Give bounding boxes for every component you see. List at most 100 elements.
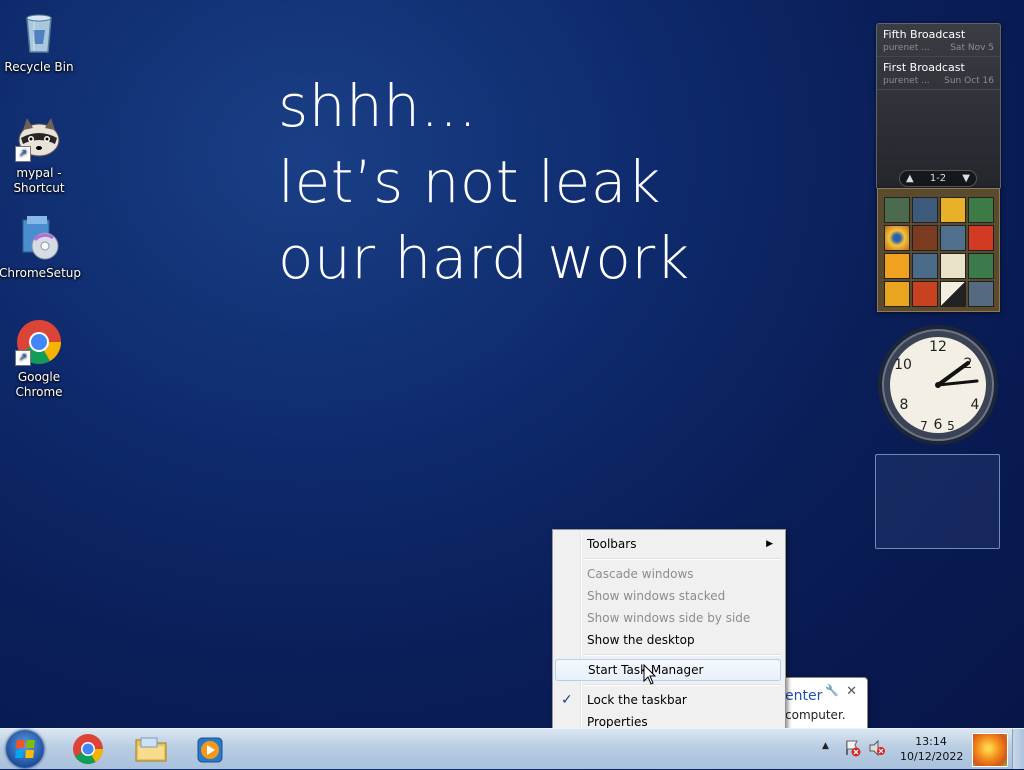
feed-item[interactable]: First Broadcast purenet ... Sun Oct 16 [877,57,1000,90]
puzzle-tile[interactable] [940,253,966,279]
taskbar-explorer-button[interactable] [125,732,177,766]
tray-clock[interactable]: 13:14 10/12/2022 [900,734,964,764]
puzzle-tile[interactable] [940,225,966,251]
close-icon[interactable]: ✕ [846,684,857,699]
puzzle-tile[interactable] [968,281,994,307]
menu-item-show-windows-side-by-side[interactable]: Show windows side by side [555,607,781,629]
menu-item-label: Toolbars [587,537,637,551]
svg-text:5: 5 [947,419,955,433]
shortcut-arrow-icon: ↗ [15,350,31,366]
windows-logo-icon [15,740,35,758]
taskbar-context-menu: Toolbars ▶ Cascade windows Show windows … [552,529,786,736]
desktop-icon-chromesetup[interactable]: ChromeSetup [0,214,81,281]
desktop-icon-label: Google Chrome [15,370,63,399]
desktop-icon-label: mypal - Shortcut [13,166,65,195]
menu-item-label: Lock the taskbar [587,693,687,707]
puzzle-tile[interactable] [968,253,994,279]
feed-headlines-gadget[interactable]: Fifth Broadcast purenet ... Sat Nov 5 Fi… [876,23,1001,190]
menu-item-label: Properties [587,715,648,729]
chrome-icon: ↗ [15,318,63,366]
puzzle-tile[interactable] [884,225,910,251]
checkmark-icon: ✓ [561,692,573,708]
wallpaper-text: shhh... let’s not leak our hard work [278,68,690,296]
show-desktop-button[interactable] [1012,729,1024,769]
feed-item-title: Fifth Broadcast [883,28,966,41]
menu-separator [583,654,781,656]
puzzle-tile[interactable] [884,253,910,279]
desktop-icon-mypal-shortcut[interactable]: ↗ mypal - Shortcut [0,114,79,196]
feed-item-date: Sat Nov 5 [950,43,994,53]
menu-item-show-desktop[interactable]: Show the desktop [555,629,781,651]
menu-item-show-windows-stacked[interactable]: Show windows stacked [555,585,781,607]
desktop-icon-google-chrome[interactable]: ↗ Google Chrome [0,318,79,400]
empty-gadget-frame[interactable] [875,454,1000,549]
puzzle-tile[interactable] [940,281,966,307]
feed-pager-label: 1-2 [929,173,947,184]
menu-item-label: Cascade windows [587,567,694,581]
media-player-icon [197,737,223,763]
feed-pager: ▲ 1-2 ▼ [899,170,977,187]
taskbar[interactable]: ▲ 13:14 10/12/2022 [0,728,1024,769]
tray-date: 10/12/2022 [900,750,964,763]
show-hidden-icons-button[interactable]: ▲ [822,741,829,751]
clock-gadget[interactable]: 1224 6810 57 [876,323,1000,447]
puzzle-tile[interactable] [968,225,994,251]
svg-text:10: 10 [894,357,912,373]
volume-muted-icon[interactable] [868,739,886,761]
wallpaper-line: let’s not leak [278,148,661,216]
feed-item-title: First Broadcast [883,61,965,74]
picture-puzzle-gadget[interactable] [877,188,1000,312]
puzzle-tile[interactable] [912,197,938,223]
taskbar-media-player-button[interactable] [184,732,236,766]
puzzle-tile[interactable] [912,225,938,251]
mouse-cursor-icon [643,663,657,690]
pager-up-icon[interactable]: ▲ [906,173,914,184]
menu-item-label: Show windows stacked [587,589,726,603]
feed-item-source: purenet ... [883,76,930,86]
action-center-flag-icon[interactable] [844,739,862,761]
svg-text:4: 4 [971,397,980,413]
chrome-icon [73,734,103,765]
mypal-raccoon-icon: ↗ [15,114,63,162]
menu-item-cascade-windows[interactable]: Cascade windows [555,563,781,585]
desktop-icon-label: ChromeSetup [0,266,81,280]
menu-separator [583,558,781,560]
menu-item-start-task-manager[interactable]: Start Task Manager [555,659,781,681]
svg-text:6: 6 [934,417,943,433]
balloon-title: enter [785,688,823,704]
puzzle-tile[interactable] [968,197,994,223]
explorer-folder-icon [135,737,167,762]
desktop-icon-recycle-bin[interactable]: Recycle Bin [0,8,79,75]
balloon-body: computer. [785,708,846,722]
recycle-bin-icon [15,8,63,56]
svg-text:7: 7 [920,419,928,433]
puzzle-tile[interactable] [884,197,910,223]
feed-item-source: purenet ... [883,43,930,53]
action-center-balloon[interactable]: enter computer. 🔧 ✕ [776,677,868,731]
menu-separator [583,684,781,686]
shortcut-arrow-icon: ↗ [15,146,31,162]
submenu-arrow-icon: ▶ [766,539,773,549]
puzzle-tile[interactable] [884,281,910,307]
menu-item-label: Show the desktop [587,633,695,647]
puzzle-tile[interactable] [940,197,966,223]
puzzle-tile[interactable] [912,281,938,307]
wrench-icon[interactable]: 🔧 [825,684,839,697]
pager-down-icon[interactable]: ▼ [962,173,970,184]
wallpaper-line: our hard work [278,224,690,292]
puzzle-tile[interactable] [912,253,938,279]
user-picture-icon[interactable] [972,733,1008,767]
desktop-icon-label: Recycle Bin [4,60,74,74]
menu-item-lock-taskbar[interactable]: ✓ Lock the taskbar [555,689,781,711]
start-button[interactable] [6,730,44,768]
installer-icon [15,214,63,262]
wallpaper-line: shhh... [278,72,478,140]
svg-text:12: 12 [929,339,947,355]
menu-item-toolbars[interactable]: Toolbars ▶ [555,533,781,555]
svg-text:8: 8 [900,397,909,413]
feed-item-date: Sun Oct 16 [944,76,994,86]
menu-item-label: Show windows side by side [587,611,751,625]
taskbar-chrome-button[interactable] [62,732,114,766]
feed-item[interactable]: Fifth Broadcast purenet ... Sat Nov 5 [877,24,1000,57]
tray-time: 13:14 [915,735,947,748]
